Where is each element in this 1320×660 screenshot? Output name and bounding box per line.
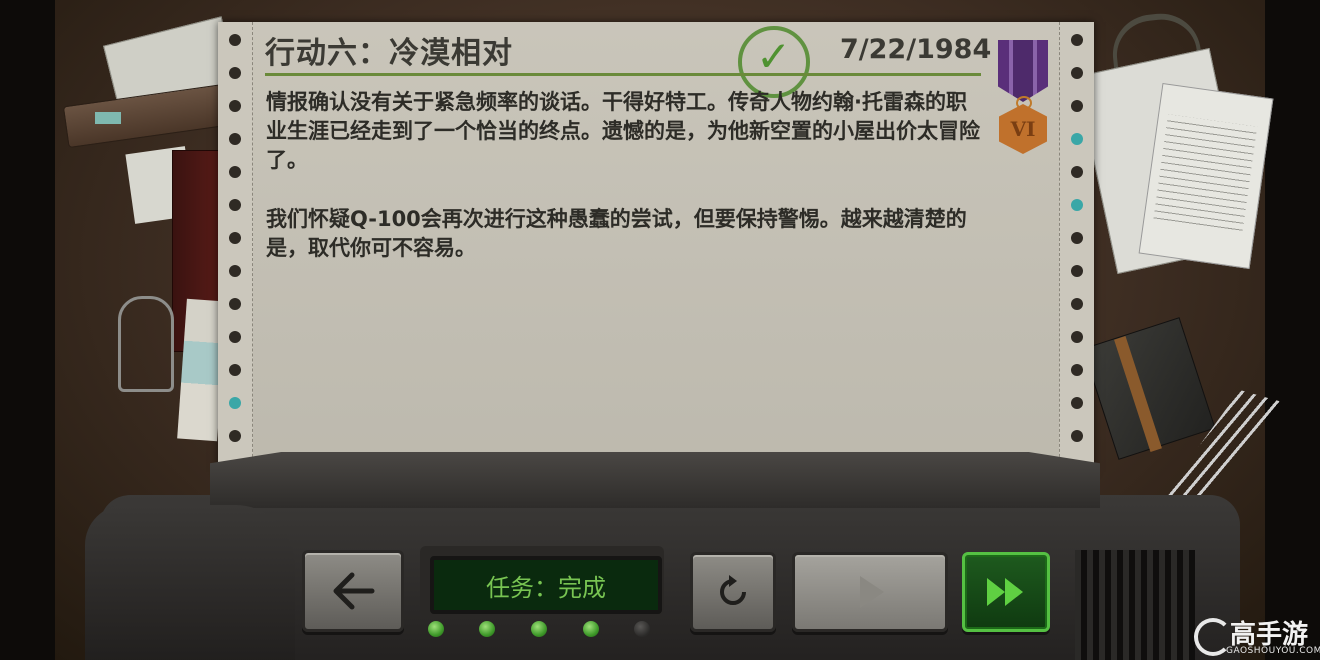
paper-feed-slot [210,452,1100,508]
tractor-strip-right [1059,22,1094,472]
restart-icon [720,575,746,605]
tractor-strip-left [218,22,253,472]
feed-hole [229,430,241,442]
fast-forward-icon [987,578,1023,606]
feed-hole [1071,166,1083,178]
feed-hole [1071,100,1083,112]
watermark-subtitle: GAOSHOUYOU.COM [1226,646,1320,656]
mission-date: 7/22/1984 [840,34,992,65]
feed-hole [229,331,241,343]
feed-hole [1071,67,1083,79]
desk-document-text [1152,114,1258,236]
play-icon [860,576,884,608]
feed-hole [229,34,241,46]
progress-light [428,621,444,637]
feed-hole [229,133,241,145]
status-display: 任务：完成 [430,556,662,614]
feed-hole [229,166,241,178]
feed-hole [229,265,241,277]
restart-button[interactable] [690,552,776,632]
feed-hole [1071,364,1083,376]
feed-hole [1071,331,1083,343]
feed-hole [1071,133,1083,145]
speaker-grille [1075,550,1195,660]
progress-light [634,621,650,637]
mission-title: 行动六：冷漠相对 [265,36,513,71]
progress-light [531,621,547,637]
debrief-paragraph: 情报确认没有关于紧急频率的谈话。干得好特工。传奇人物约翰·托雷森的职业生涯已经走… [266,90,980,172]
feed-hole [1071,34,1083,46]
arrow-left-icon [333,572,375,610]
desk-keys [118,296,174,392]
feed-hole [229,232,241,244]
play-button[interactable] [792,552,948,632]
feed-hole [1071,265,1083,277]
checkmark-icon: ✓ [756,32,792,81]
feed-hole [1071,298,1083,310]
feed-hole [1071,232,1083,244]
feed-hole [1071,397,1083,409]
desk-tag [95,112,121,124]
feed-hole [229,364,241,376]
phone-handset [85,505,295,660]
mission-debrief-text: 情报确认没有关于紧急频率的谈话。干得好特工。传奇人物约翰·托雷森的职业生涯已经走… [266,88,986,293]
feed-hole [229,100,241,112]
fast-forward-button[interactable] [962,552,1050,632]
feed-hole [229,298,241,310]
feed-hole [1071,199,1083,211]
feed-hole [1071,430,1083,442]
medal-rank-label: VI [1010,117,1036,141]
progress-light [583,621,599,637]
feed-hole [229,397,241,409]
feed-hole [229,67,241,79]
game-screen: 行动六：冷漠相对 ✓ 7/22/1984 情报确认没有关于紧急频率的谈话。干得好… [0,0,1320,660]
feed-hole [229,199,241,211]
header-divider [265,73,981,76]
back-button[interactable] [302,550,404,632]
mission-status-text: 任务：完成 [486,573,606,602]
progress-light [479,621,495,637]
debrief-paragraph: 我们怀疑Q-100会再次进行这种愚蠢的尝试，但要保持警惕。越来越清楚的是，取代你… [266,207,967,260]
